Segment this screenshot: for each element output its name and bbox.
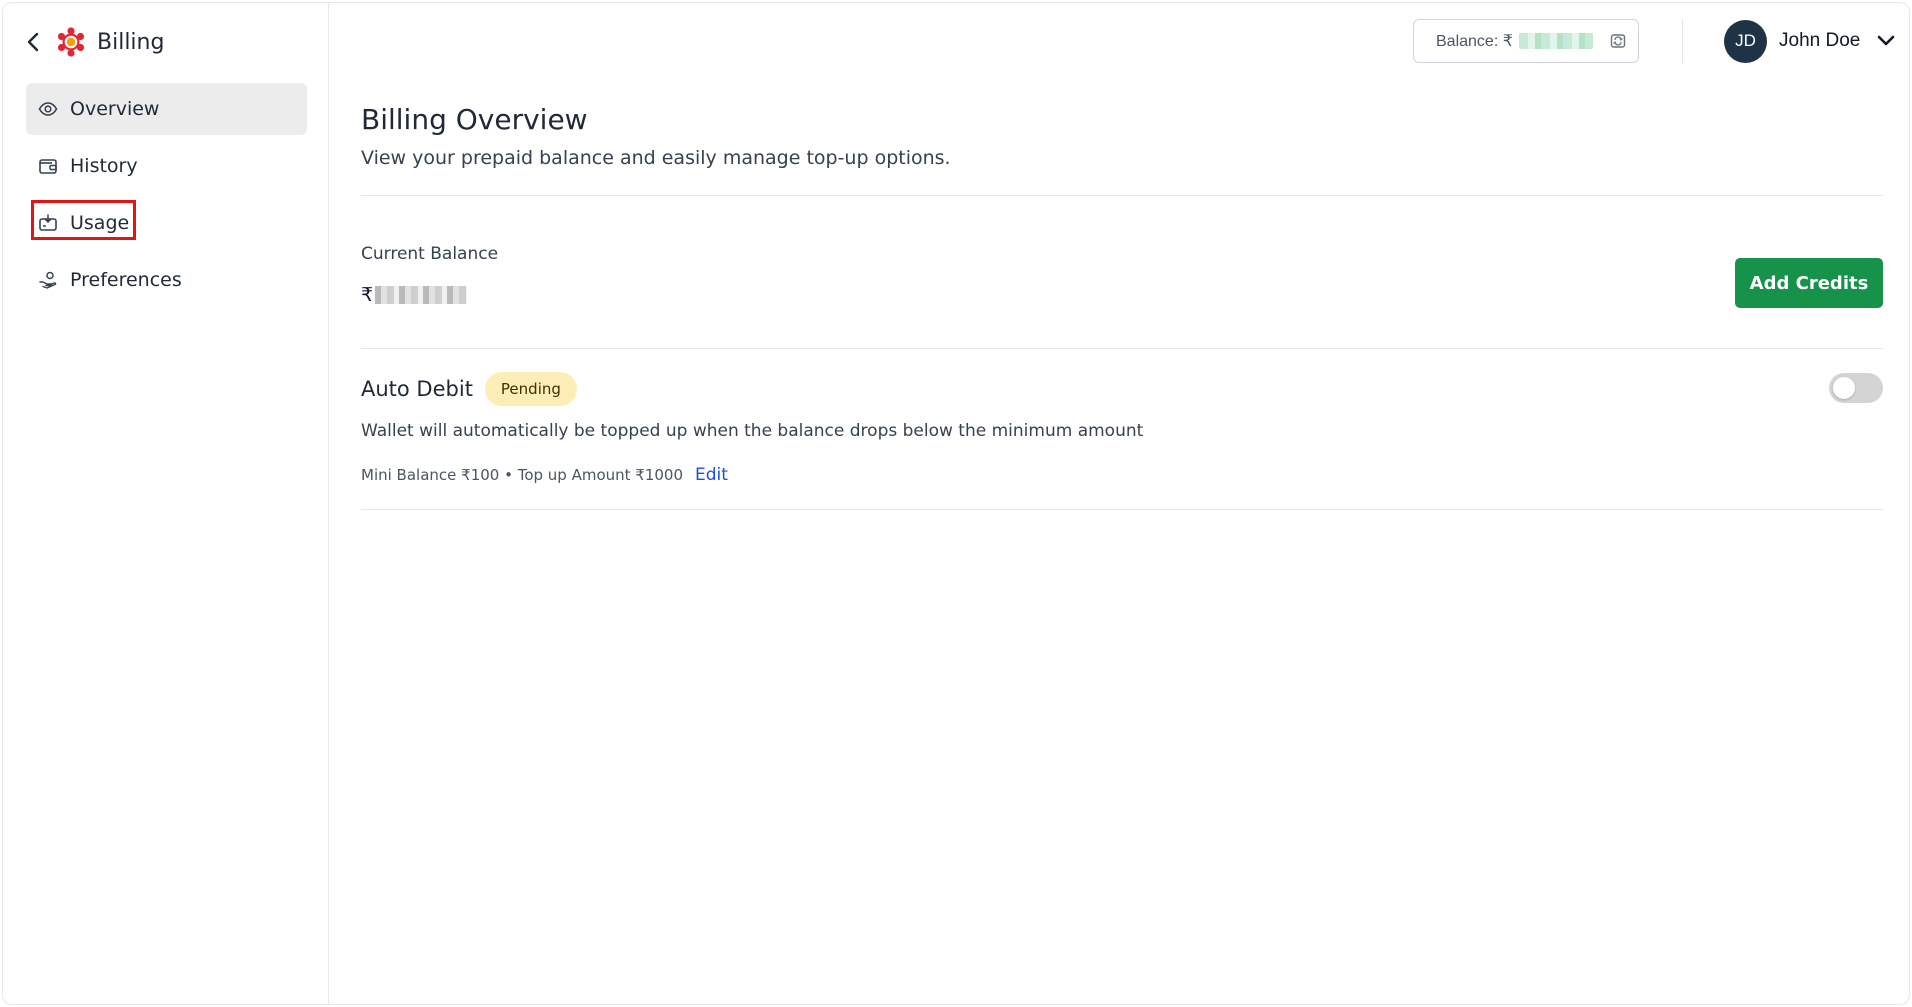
balance-redacted-value (375, 286, 468, 304)
page-title: Billing Overview (361, 103, 588, 136)
app-window: Billing Overview History Usage Preferenc… (2, 2, 1910, 1005)
sidebar-title: Billing (97, 29, 165, 55)
usage-icon (38, 213, 58, 233)
divider (361, 348, 1883, 349)
currency-symbol: ₹ (361, 284, 374, 306)
eye-icon (38, 99, 58, 119)
toggle-knob (1833, 377, 1855, 399)
sidebar-item-label: History (70, 155, 138, 177)
sidebar-item-label: Usage (70, 212, 130, 234)
sidebar-item-label: Preferences (70, 269, 182, 291)
auto-debit-header: Auto Debit Pending (361, 371, 577, 407)
page-subtitle: View your prepaid balance and easily man… (361, 147, 951, 169)
auto-debit-title: Auto Debit (361, 377, 473, 401)
edit-auto-debit-link[interactable]: Edit (695, 465, 728, 485)
brand-logo-icon (55, 26, 87, 58)
sidebar-item-label: Overview (70, 98, 160, 120)
auto-debit-meta: Mini Balance ₹100 • Top up Amount ₹1000 (361, 466, 684, 484)
hand-coin-icon (38, 270, 58, 290)
main-content: Billing Overview View your prepaid balan… (361, 3, 1883, 1004)
sidebar: Billing Overview History Usage Preferenc… (3, 3, 329, 1004)
sidebar-nav: Overview History Usage Preferences (26, 83, 307, 311)
sidebar-header: Billing (21, 23, 164, 61)
wallet-icon (38, 156, 58, 176)
chevron-left-icon (27, 32, 39, 52)
back-button[interactable] (21, 30, 45, 54)
add-credits-button[interactable]: Add Credits (1735, 258, 1883, 308)
auto-debit-description: Wallet will automatically be topped up w… (361, 421, 1144, 441)
divider (361, 509, 1883, 510)
auto-debit-toggle[interactable] (1829, 373, 1883, 403)
auto-debit-settings: Mini Balance ₹100 • Top up Amount ₹1000 … (361, 465, 728, 485)
divider (361, 195, 1883, 196)
status-badge: Pending (484, 372, 577, 406)
sidebar-item-history[interactable]: History (26, 140, 307, 192)
sidebar-item-usage[interactable]: Usage (26, 197, 307, 249)
current-balance-value: ₹ (361, 283, 468, 307)
current-balance-label: Current Balance (361, 244, 499, 264)
sidebar-item-overview[interactable]: Overview (26, 83, 307, 135)
sidebar-item-preferences[interactable]: Preferences (26, 254, 307, 306)
